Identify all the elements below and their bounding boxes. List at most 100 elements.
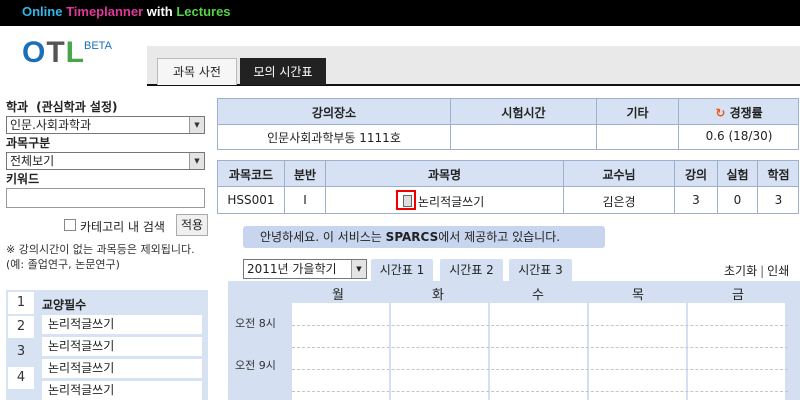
tab-mock-timetable[interactable]: 모의 시간표 bbox=[240, 58, 326, 85]
competition-value: 0.6 (18/30) bbox=[705, 129, 773, 143]
course-list-item[interactable]: 논리적글쓰기 bbox=[42, 337, 202, 356]
category-number-3[interactable]: 3 bbox=[8, 341, 34, 363]
timetable-tab-2[interactable]: 시간표 2 bbox=[440, 259, 503, 281]
dept-select-value: 인문.사회과학과 bbox=[10, 118, 92, 132]
header-room: 강의장소 bbox=[311, 106, 357, 120]
semester-value: 2011년 가을학기 bbox=[247, 262, 337, 276]
course-info-table: 과목코드 분반 과목명 교수님 강의 실험 학점 HSS001 I 논리적글쓰기… bbox=[217, 160, 799, 214]
keyword-label: 키워드 bbox=[6, 172, 40, 186]
refresh-icon[interactable]: ↻ bbox=[715, 106, 725, 120]
day-column[interactable] bbox=[292, 303, 389, 400]
tab-course-dictionary[interactable]: 과목 사전 bbox=[157, 58, 237, 85]
header-credit: 학점 bbox=[767, 168, 790, 182]
course-list-item[interactable]: 논리적글쓰기 bbox=[42, 315, 202, 334]
type-label: 과목구분 bbox=[6, 136, 51, 150]
service-notice: 안녕하세요. 이 서비스는 SPARCS에서 제공하고 있습니다. bbox=[243, 226, 605, 248]
otl-logo[interactable]: OTL bbox=[22, 36, 85, 70]
logo-letter-o: O bbox=[22, 36, 47, 69]
chevron-down-icon: ▼ bbox=[189, 153, 204, 169]
lecture-info-table: 강의장소 시험시간 기타 ↻ 경쟁률 인문사회과학부동 1111호 0.6 (1… bbox=[217, 98, 799, 150]
tagline-with: with bbox=[143, 4, 177, 19]
nav-tab-strip: 과목 사전 모의 시간표 bbox=[147, 46, 800, 86]
header-professor: 교수님 bbox=[602, 168, 636, 182]
day-column[interactable] bbox=[589, 303, 686, 400]
header-exam-time: 시험시간 bbox=[501, 106, 546, 120]
day-column[interactable] bbox=[391, 303, 488, 400]
room-value: 인문사회과학부동 1111호 bbox=[267, 131, 401, 145]
reset-link[interactable]: 초기화 bbox=[724, 264, 757, 278]
keyword-input[interactable] bbox=[6, 188, 205, 208]
notice-brand: SPARCS bbox=[385, 230, 439, 244]
beta-label: BETA bbox=[84, 40, 112, 52]
day-header: 목 bbox=[632, 288, 644, 303]
tagline-online: Online bbox=[22, 4, 67, 19]
header-course-name: 과목명 bbox=[427, 168, 462, 182]
type-select[interactable]: 전체보기 ▼ bbox=[6, 152, 205, 170]
professor-value: 김은경 bbox=[602, 195, 636, 209]
category-number-2[interactable]: 2 bbox=[8, 316, 34, 338]
header-etc: 기타 bbox=[626, 106, 649, 120]
logo-letter-l: L bbox=[65, 36, 85, 69]
category-title: 교양필수 bbox=[42, 298, 87, 312]
notice-suffix: 에서 제공하고 있습니다. bbox=[438, 230, 561, 244]
time-label: 오전 9시 bbox=[235, 359, 276, 372]
header-lab: 실험 bbox=[726, 168, 749, 182]
chevron-down-icon: ▼ bbox=[351, 260, 366, 278]
semester-select[interactable]: 2011년 가을학기 ▼ bbox=[243, 259, 367, 279]
half-hour-line bbox=[292, 325, 788, 326]
chevron-down-icon: ▼ bbox=[189, 117, 204, 133]
search-panel: 학과 (관심학과 설정) 인문.사회과학과 ▼ 과목구분 전체보기 ▼ 키워드 카… bbox=[6, 98, 208, 272]
timetable-grid: 월 화 수 목 금 오전 8시 오전 9시 bbox=[228, 281, 800, 400]
lecture-value: 3 bbox=[692, 193, 700, 207]
category-number-4[interactable]: 4 bbox=[8, 367, 34, 389]
course-code-value: HSS001 bbox=[227, 193, 275, 207]
half-hour-line bbox=[292, 391, 788, 392]
divider bbox=[218, 186, 798, 187]
type-select-value: 전체보기 bbox=[10, 154, 55, 168]
category-search-checkbox[interactable] bbox=[64, 219, 76, 231]
schedule-links: 초기화 | 인쇄 bbox=[724, 262, 789, 279]
site-tagline: Online Timeplanner with Lectures bbox=[22, 4, 231, 19]
credit-value: 3 bbox=[774, 193, 783, 207]
dept-label: 학과 bbox=[6, 100, 29, 114]
tagline-timeplanner: Timeplanner bbox=[66, 4, 144, 19]
notice-prefix: 안녕하세요. 이 서비스는 bbox=[260, 230, 386, 244]
lab-value: 0 bbox=[733, 193, 742, 207]
section-value: I bbox=[303, 193, 307, 207]
course-name-value: 논리적글쓰기 bbox=[418, 195, 485, 209]
course-list-item[interactable]: 논리적글쓰기 bbox=[42, 381, 202, 400]
category-panel: 1 2 3 4 교양필수 논리적글쓰기 논리적글쓰기 논리적글쓰기 논리적글쓰기 bbox=[6, 290, 208, 400]
header-section: 분반 bbox=[293, 168, 317, 182]
link-separator: | bbox=[760, 264, 765, 278]
divider bbox=[218, 124, 798, 125]
category-number-1[interactable]: 1 bbox=[8, 292, 34, 314]
timetable-tab-3[interactable]: 시간표 3 bbox=[509, 259, 572, 281]
day-header: 수 bbox=[532, 288, 544, 303]
day-column[interactable] bbox=[688, 303, 785, 400]
dept-setting-link[interactable]: (관심학과 설정) bbox=[36, 100, 117, 114]
half-hour-line bbox=[292, 347, 788, 348]
exclusion-note: ※ 강의시간이 없는 과목등은 제외됩니다. (예: 졸업연구, 논문연구) bbox=[6, 243, 195, 271]
dept-label-row: 학과 (관심학과 설정) bbox=[6, 98, 208, 116]
top-banner: Online Timeplanner with Lectures bbox=[0, 0, 800, 26]
timetable-tab-1[interactable]: 시간표 1 bbox=[371, 259, 433, 281]
logo-letter-t: T bbox=[46, 36, 66, 69]
document-icon[interactable] bbox=[396, 190, 416, 210]
apply-button[interactable]: 적용 bbox=[176, 214, 208, 236]
day-column[interactable] bbox=[490, 303, 587, 400]
half-hour-line bbox=[292, 369, 788, 370]
time-label: 오전 8시 bbox=[235, 317, 276, 330]
header-lecture: 강의 bbox=[684, 168, 708, 182]
category-search-row: 카테고리 내 검색 적용 bbox=[6, 214, 208, 238]
header-course-code: 과목코드 bbox=[228, 168, 274, 182]
dept-select[interactable]: 인문.사회과학과 ▼ bbox=[6, 116, 205, 134]
course-list-item[interactable]: 논리적글쓰기 bbox=[42, 359, 202, 378]
tagline-lectures: Lectures bbox=[176, 4, 231, 19]
category-search-label: 카테고리 내 검색 bbox=[80, 220, 165, 234]
day-header: 화 bbox=[432, 288, 444, 303]
print-link[interactable]: 인쇄 bbox=[767, 264, 789, 278]
day-header: 금 bbox=[732, 288, 744, 303]
day-header: 월 bbox=[332, 288, 344, 303]
header-competition: ↻ 경쟁률 bbox=[679, 104, 799, 121]
competition-label: 경쟁률 bbox=[729, 106, 763, 120]
